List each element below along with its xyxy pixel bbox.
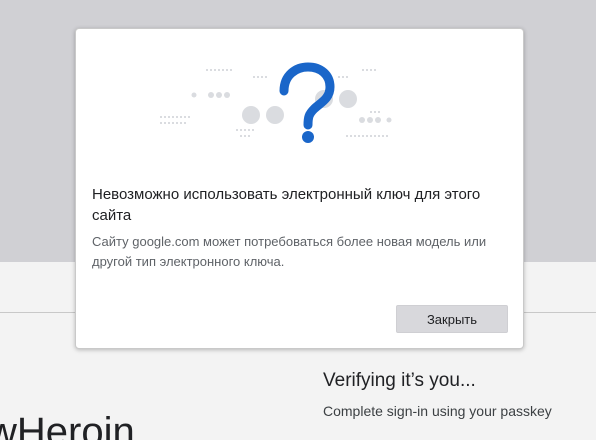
verifying-subtitle: Complete sign-in using your passkey [323, 403, 552, 419]
verifying-title: Verifying it’s you... [323, 370, 476, 391]
dialog-description: Сайту google.com может потребоваться бол… [92, 234, 487, 269]
close-button[interactable]: Закрыть [396, 305, 508, 333]
background-heading: wHeroin [0, 410, 135, 440]
page: wHeroin Verifying it’s you... Complete s… [0, 0, 596, 440]
security-key-illustration [160, 62, 392, 143]
dialog-title: Невозможно использовать электронный ключ… [92, 186, 481, 224]
security-key-dialog: Невозможно использовать электронный ключ… [75, 28, 524, 349]
question-mark-icon [279, 62, 335, 143]
